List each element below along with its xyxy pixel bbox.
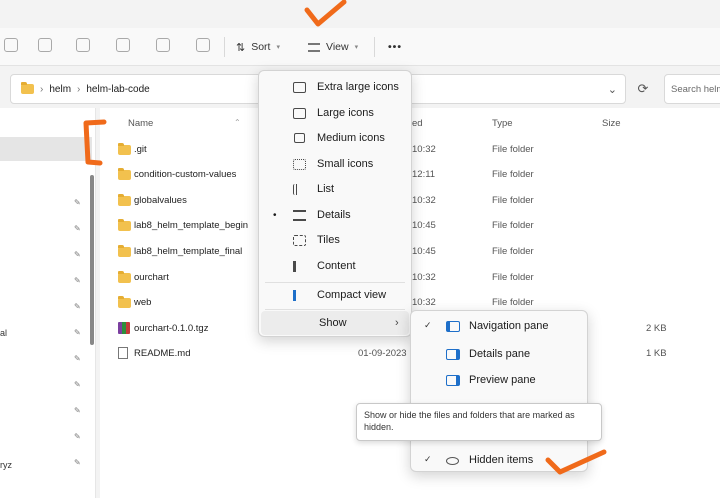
checkmark-annotation [545,449,607,475]
checkmark-annotation [304,0,347,27]
annotation-overlay [83,0,607,475]
bracket-annotation [83,119,107,166]
